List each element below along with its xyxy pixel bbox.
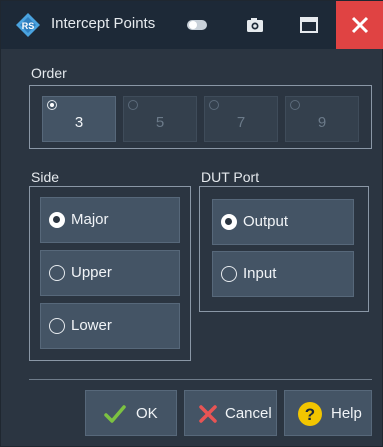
dut-option-output[interactable]: Output [212,199,354,245]
title-bar[interactable]: RS Intercept Points [1,1,383,49]
help-button[interactable]: ? Help [284,390,372,436]
order-group: 3 5 7 9 [29,85,372,149]
radio-icon [221,266,237,282]
side-option-lower[interactable]: Lower [40,303,180,349]
side-option-upper[interactable]: Upper [40,250,180,296]
dut-option-label: Input [243,265,277,282]
maximize-icon[interactable] [295,11,323,39]
rs-logo-icon: RS [16,13,40,37]
cancel-button[interactable]: Cancel [184,390,277,436]
question-icon: ? [298,402,322,426]
radio-icon [49,265,65,281]
window-title: Intercept Points [51,15,156,32]
cancel-label: Cancel [225,405,272,422]
ok-label: OK [136,405,158,422]
radio-icon [128,100,138,110]
dut-option-label: Output [243,213,289,230]
order-option-label: 5 [155,114,165,131]
order-label: Order [31,65,67,81]
side-option-label: Upper [71,264,112,281]
help-label: Help [331,405,362,422]
close-button[interactable] [336,1,383,49]
side-option-label: Major [71,211,109,228]
separator [29,379,372,380]
radio-selected-icon [221,214,237,230]
dut-port-group: Output Input [199,186,369,312]
svg-text:RS: RS [22,21,35,31]
svg-text:?: ? [305,405,315,424]
order-option-7[interactable]: 7 [204,96,278,142]
side-option-label: Lower [71,317,112,334]
side-group: Major Upper Lower [29,186,191,361]
side-label: Side [31,169,60,185]
dut-port-label: DUT Port [201,169,260,185]
radio-icon [290,100,300,110]
camera-icon[interactable] [241,11,269,39]
dut-option-input[interactable]: Input [212,251,354,297]
intercept-points-dialog: RS Intercept Points Order 3 5 7 9 Side M… [0,0,383,447]
x-icon [199,405,217,423]
toggle-icon[interactable] [183,11,211,39]
checkmark-icon [104,405,126,423]
order-option-3[interactable]: 3 [42,96,116,142]
close-icon [351,16,369,34]
order-option-5[interactable]: 5 [123,96,197,142]
order-option-label: 7 [236,114,246,131]
ok-button[interactable]: OK [85,390,177,436]
order-option-label: 3 [74,114,84,131]
side-option-major[interactable]: Major [40,197,180,243]
radio-selected-icon [49,212,65,228]
order-option-label: 9 [317,114,327,131]
order-option-9[interactable]: 9 [285,96,359,142]
radio-selected-icon [47,100,57,110]
radio-icon [49,318,65,334]
radio-icon [209,100,219,110]
